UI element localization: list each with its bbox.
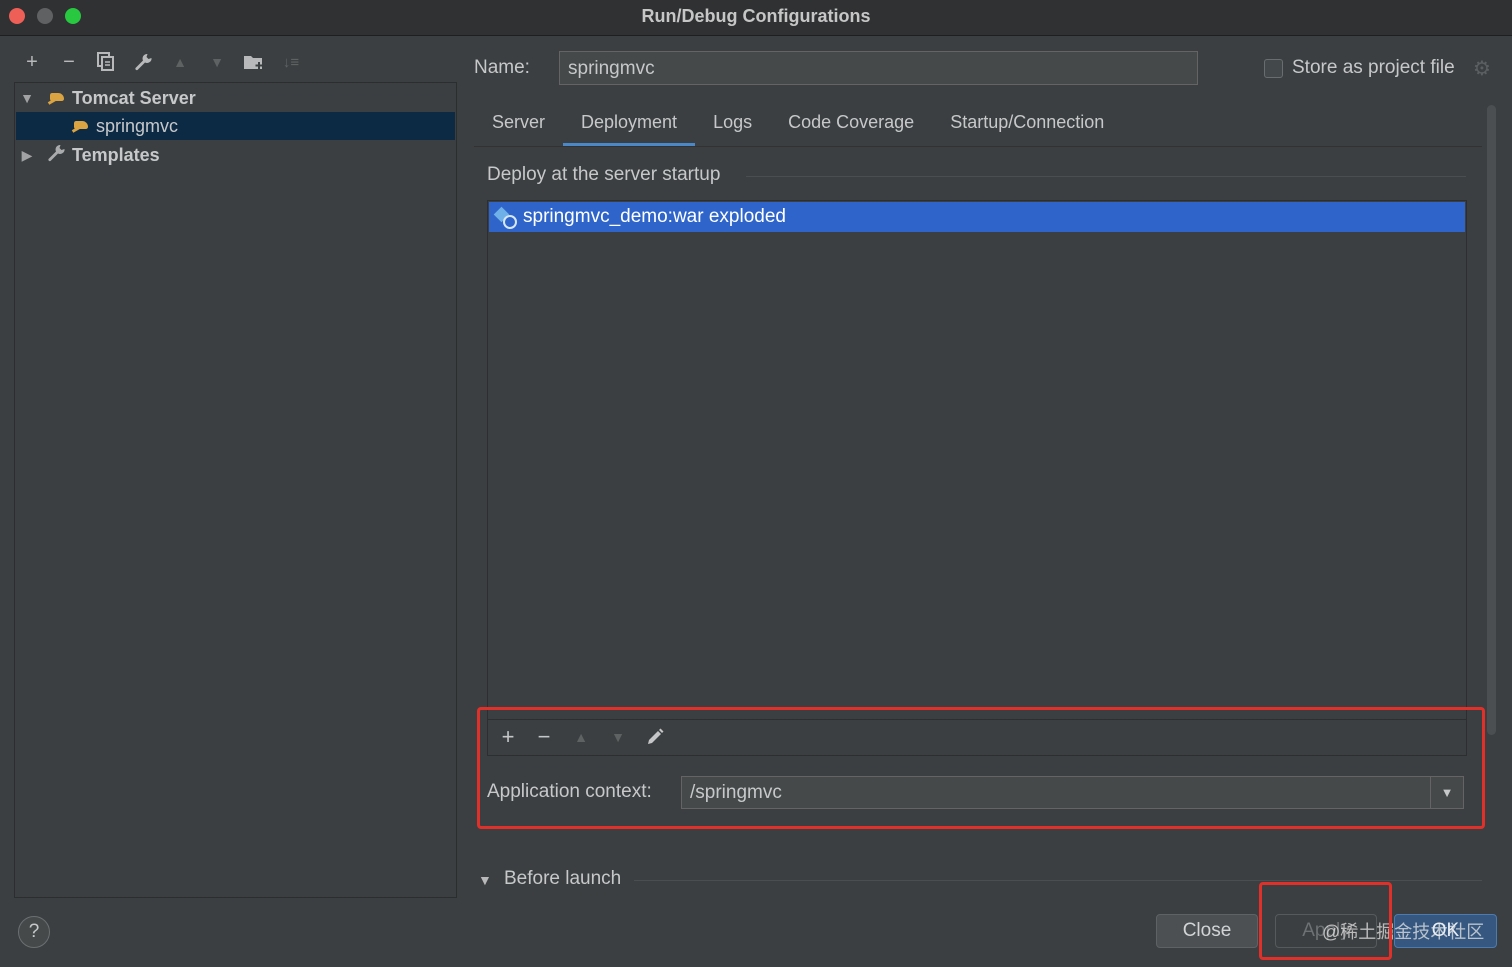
collapse-arrow-icon[interactable]: ▶ bbox=[16, 147, 38, 164]
tree-item-label: Templates bbox=[72, 144, 160, 165]
tree-item-templates[interactable]: ▶ Templates bbox=[16, 141, 455, 169]
move-down-icon[interactable]: ▼ bbox=[205, 50, 229, 74]
configurations-toolbar: + − ▲ ▼ ↓≡ bbox=[14, 44, 457, 82]
gear-icon[interactable]: ⚙ bbox=[1473, 56, 1491, 81]
help-button[interactable]: ? bbox=[18, 916, 50, 948]
expand-arrow-icon[interactable]: ▼ bbox=[478, 872, 492, 888]
deployment-list[interactable]: springmvc_demo:war exploded bbox=[487, 200, 1467, 720]
tab-logs[interactable]: Logs bbox=[695, 104, 770, 146]
close-button[interactable]: Close bbox=[1156, 914, 1258, 948]
title-bar: Run/Debug Configurations bbox=[0, 0, 1512, 36]
section-divider bbox=[746, 176, 1466, 177]
wrench-icon bbox=[46, 143, 66, 168]
tomcat-icon bbox=[48, 90, 66, 106]
tab-deployment[interactable]: Deployment bbox=[563, 104, 696, 146]
deploy-section-title: Deploy at the server startup bbox=[487, 164, 721, 185]
tab-startup-connection[interactable]: Startup/Connection bbox=[932, 104, 1122, 146]
wrench-icon[interactable] bbox=[131, 50, 155, 74]
name-label: Name: bbox=[474, 57, 530, 78]
store-as-project-file-checkbox[interactable] bbox=[1264, 59, 1283, 78]
copy-icon[interactable] bbox=[94, 50, 118, 74]
tree-item-label: springmvc bbox=[96, 115, 179, 136]
before-launch-label[interactable]: Before launch bbox=[504, 868, 621, 890]
name-input[interactable]: springmvc bbox=[559, 51, 1198, 85]
highlight-annotation bbox=[477, 707, 1485, 829]
add-icon[interactable]: + bbox=[20, 50, 44, 74]
artifact-icon bbox=[495, 207, 517, 229]
move-up-icon[interactable]: ▲ bbox=[168, 50, 192, 74]
list-item[interactable]: springmvc_demo:war exploded bbox=[489, 202, 1465, 232]
tab-server[interactable]: Server bbox=[474, 104, 563, 146]
tree-item-springmvc[interactable]: springmvc bbox=[16, 112, 455, 140]
tab-code-coverage[interactable]: Code Coverage bbox=[770, 104, 932, 146]
highlight-annotation bbox=[1259, 882, 1392, 960]
config-tabs: Server Deployment Logs Code Coverage Sta… bbox=[474, 104, 1122, 146]
section-divider bbox=[634, 880, 1482, 881]
remove-icon[interactable]: − bbox=[57, 50, 81, 74]
store-as-project-file-label[interactable]: Store as project file bbox=[1292, 57, 1455, 79]
configurations-tree: ▼ Tomcat Server springmvc ▶ Templates bbox=[14, 82, 457, 898]
vertical-scrollbar[interactable] bbox=[1487, 105, 1496, 735]
sort-icon[interactable]: ↓≡ bbox=[279, 50, 303, 74]
window-title: Run/Debug Configurations bbox=[641, 6, 871, 26]
tomcat-icon bbox=[72, 118, 90, 134]
tree-item-label: Tomcat Server bbox=[72, 87, 196, 108]
expand-arrow-icon[interactable]: ▼ bbox=[16, 90, 38, 106]
tree-item-tomcat-server[interactable]: ▼ Tomcat Server bbox=[16, 84, 455, 112]
new-folder-icon[interactable] bbox=[242, 50, 266, 74]
artifact-label: springmvc_demo:war exploded bbox=[523, 206, 786, 227]
